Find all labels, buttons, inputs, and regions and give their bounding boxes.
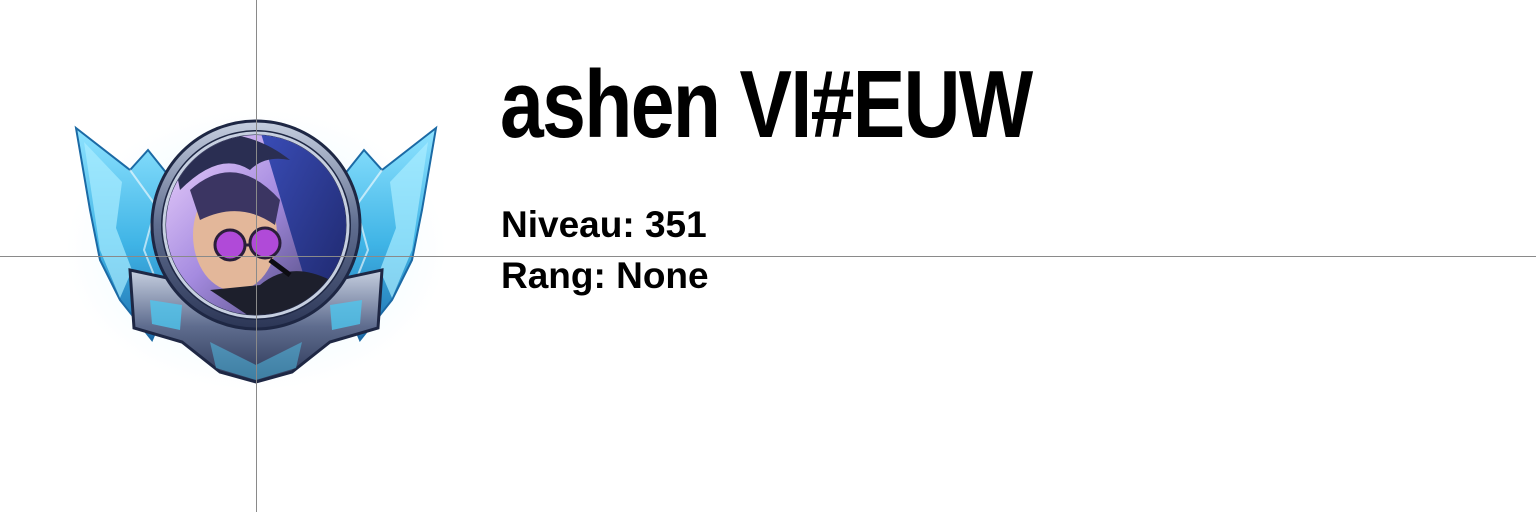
- level-value: 351: [644, 204, 707, 245]
- profile-card: ashen VI#EUW Niveau: 351 Rang: None: [0, 0, 1536, 512]
- level-label: Niveau:: [501, 204, 635, 245]
- rank-line: Rang: None: [501, 257, 709, 294]
- rank-value: None: [616, 255, 709, 296]
- level-line: Niveau: 351: [501, 206, 707, 243]
- horizontal-guide-line: [0, 256, 1536, 257]
- rank-label: Rang:: [501, 255, 606, 296]
- summoner-name: ashen VI#EUW: [500, 51, 1033, 158]
